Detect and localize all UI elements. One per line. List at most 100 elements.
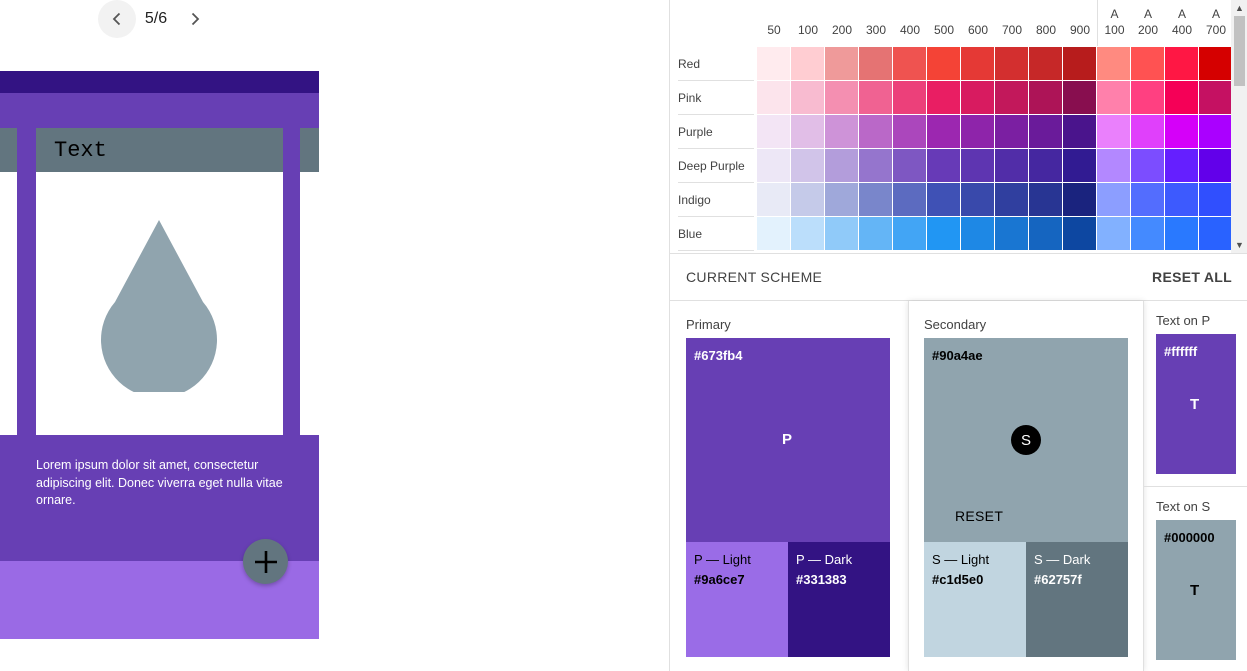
palette-swatch[interactable] [1131,47,1164,80]
palette-swatch[interactable] [791,149,824,182]
palette-swatch[interactable] [927,47,960,80]
palette-scroll-thumb[interactable] [1234,16,1245,86]
palette-swatch[interactable] [1165,81,1198,114]
palette-swatch[interactable] [893,183,926,216]
palette-swatch[interactable] [1029,149,1062,182]
palette-swatch[interactable] [1131,183,1164,216]
palette-swatch[interactable] [995,149,1028,182]
palette-swatch[interactable] [927,183,960,216]
palette-swatch[interactable] [1029,115,1062,148]
palette-swatch[interactable] [1063,47,1096,80]
palette-swatch[interactable] [927,149,960,182]
palette-swatch[interactable] [825,149,858,182]
palette-swatch[interactable] [995,217,1028,250]
palette-swatch[interactable] [1097,217,1130,250]
palette-swatch[interactable] [1199,217,1232,250]
palette-swatch[interactable] [1029,81,1062,114]
palette-swatch[interactable] [859,115,892,148]
palette-swatch[interactable] [859,149,892,182]
palette-swatch[interactable] [1063,115,1096,148]
palette-swatch[interactable] [1199,115,1232,148]
palette-swatch[interactable] [859,81,892,114]
palette-swatch[interactable] [1029,183,1062,216]
palette-swatch[interactable] [791,217,824,250]
palette-swatch[interactable] [825,217,858,250]
palette-swatch[interactable] [1165,183,1198,216]
palette-swatch[interactable] [757,81,790,114]
next-screen-button[interactable] [176,0,214,38]
palette-swatch[interactable] [961,115,994,148]
palette-swatch[interactable] [757,149,790,182]
palette-swatch[interactable] [825,115,858,148]
palette-swatch[interactable] [1063,149,1096,182]
palette-swatch[interactable] [1131,217,1164,250]
palette-swatch[interactable] [961,47,994,80]
palette-swatch[interactable] [1131,115,1164,148]
palette-swatch[interactable] [1097,149,1130,182]
palette-swatch[interactable] [1029,217,1062,250]
palette-swatch[interactable] [791,183,824,216]
palette-swatch[interactable] [1097,47,1130,80]
palette-swatch[interactable] [791,47,824,80]
palette-swatch[interactable] [1165,149,1198,182]
previous-screen-button[interactable] [98,0,136,38]
palette-swatch[interactable] [961,149,994,182]
card-current[interactable]: Text [36,128,283,435]
palette-swatch[interactable] [995,183,1028,216]
palette-swatch[interactable] [1131,149,1164,182]
palette-swatch[interactable] [1063,183,1096,216]
palette-swatch[interactable] [995,115,1028,148]
scroll-up-arrow[interactable]: ▲ [1231,0,1247,16]
palette-swatch[interactable] [1199,149,1232,182]
palette-swatch[interactable] [1029,47,1062,80]
secondary-swatch[interactable]: #90a4ae S RESET [924,338,1128,542]
palette-swatch[interactable] [1097,183,1130,216]
palette-swatch[interactable] [995,81,1028,114]
scroll-down-arrow[interactable]: ▼ [1231,237,1247,253]
palette-swatch[interactable] [893,47,926,80]
palette-swatch[interactable] [1165,217,1198,250]
palette-swatch[interactable] [961,81,994,114]
palette-swatch[interactable] [825,81,858,114]
palette-swatch[interactable] [893,217,926,250]
palette-swatch[interactable] [1165,47,1198,80]
palette-swatch[interactable] [791,81,824,114]
palette-swatch[interactable] [757,217,790,250]
palette-swatch[interactable] [825,47,858,80]
palette-swatch[interactable] [859,217,892,250]
text-on-primary-swatch[interactable]: #ffffff T [1156,334,1236,474]
secondary-dark-swatch[interactable]: S — Dark #62757f [1026,542,1128,657]
palette-swatch[interactable] [1063,217,1096,250]
primary-light-swatch[interactable]: P — Light #9a6ce7 [686,542,788,657]
palette-swatch[interactable] [1063,81,1096,114]
primary-dark-swatch[interactable]: P — Dark #331383 [788,542,890,657]
palette-swatch[interactable] [893,149,926,182]
secondary-light-swatch[interactable]: S — Light #c1d5e0 [924,542,1026,657]
palette-swatch[interactable] [961,217,994,250]
palette-swatch[interactable] [893,81,926,114]
palette-swatch[interactable] [791,115,824,148]
palette-swatch[interactable] [757,183,790,216]
palette-swatch[interactable] [893,115,926,148]
palette-swatch[interactable] [995,47,1028,80]
palette-swatch[interactable] [927,115,960,148]
palette-swatch[interactable] [1097,81,1130,114]
primary-swatch[interactable]: #673fb4 P [686,338,890,542]
palette-swatch[interactable] [1131,81,1164,114]
palette-swatch[interactable] [927,81,960,114]
palette-swatch[interactable] [961,183,994,216]
reset-all-button[interactable]: RESET ALL [1152,269,1232,285]
text-on-secondary-swatch[interactable]: #000000 T [1156,520,1236,660]
palette-swatch[interactable] [1165,115,1198,148]
palette-swatch[interactable] [1199,81,1232,114]
palette-swatch[interactable] [825,183,858,216]
palette-swatch[interactable] [757,115,790,148]
palette-swatch[interactable] [859,183,892,216]
secondary-reset-button[interactable]: RESET [955,508,1003,524]
palette-swatch[interactable] [859,47,892,80]
palette-swatch[interactable] [927,217,960,250]
palette-swatch[interactable] [1199,47,1232,80]
card-previous[interactable] [0,128,17,435]
palette-swatch[interactable] [1199,183,1232,216]
add-fab-button[interactable] [243,539,288,584]
